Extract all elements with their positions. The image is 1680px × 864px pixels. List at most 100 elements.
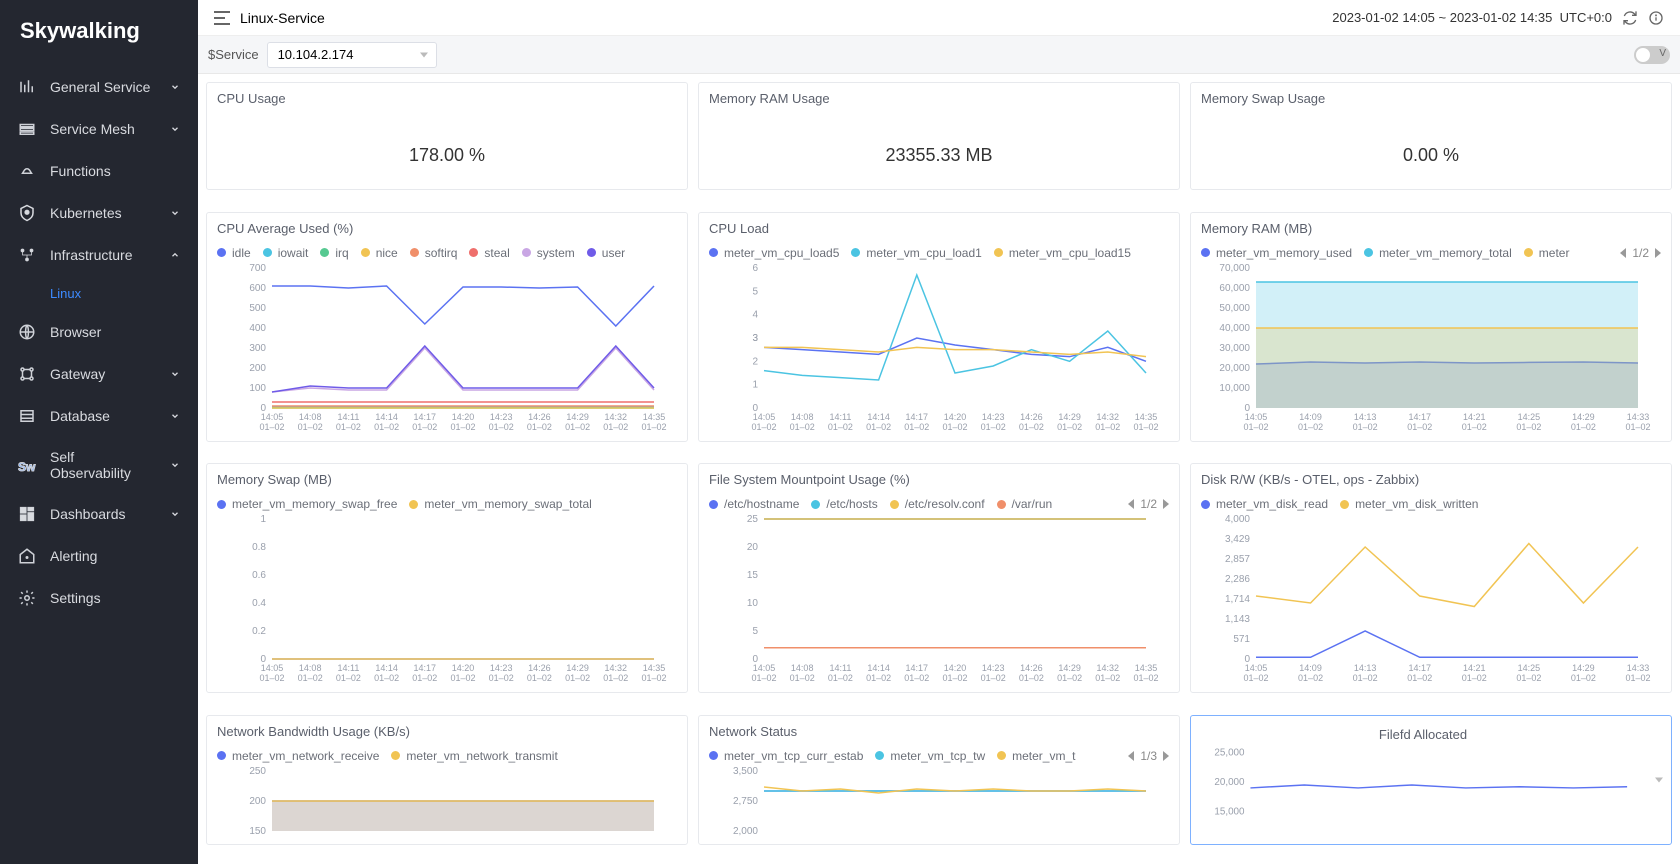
panel-cpu-usage[interactable]: CPU Usage 178.00 % xyxy=(206,82,688,190)
legend-item[interactable]: meter_vm_t xyxy=(997,749,1075,763)
panel-mem-swap[interactable]: Memory Swap (MB)meter_vm_memory_swap_fre… xyxy=(206,463,688,693)
sidebar-item-general[interactable]: General Service xyxy=(0,66,198,108)
legend-item[interactable]: meter_vm_disk_read xyxy=(1201,497,1328,511)
svg-text:01–02: 01–02 xyxy=(866,422,891,432)
legend-item[interactable]: meter xyxy=(1524,246,1570,260)
svg-text:14:29: 14:29 xyxy=(566,663,589,673)
sidebar-item-browser[interactable]: Browser xyxy=(0,311,198,353)
info-icon[interactable] xyxy=(1648,10,1664,26)
sidebar-item-selfobs[interactable]: SwSelf Observability xyxy=(0,437,198,493)
sidebar-item-database[interactable]: Database xyxy=(0,395,198,437)
panel-cpu-avg[interactable]: CPU Average Used (%)idleiowaitirqnicesof… xyxy=(206,212,688,442)
svg-text:Sw: Sw xyxy=(18,460,36,474)
svg-text:01–02: 01–02 xyxy=(751,673,776,683)
legend-item[interactable]: iowait xyxy=(263,246,309,260)
panel-mem-ram[interactable]: Memory RAM (MB)meter_vm_memory_usedmeter… xyxy=(1190,212,1672,442)
legend-item[interactable]: meter_vm_disk_written xyxy=(1340,497,1478,511)
panel-disk[interactable]: Disk R/W (KB/s - OTEL, ops - Zabbix)mete… xyxy=(1190,463,1672,693)
legend-item[interactable]: meter_vm_memory_used xyxy=(1201,246,1352,260)
chart-plot: 2,0002,7503,500 xyxy=(709,767,1169,838)
svg-text:14:13: 14:13 xyxy=(1354,412,1377,422)
legend-item[interactable]: steal xyxy=(469,246,509,260)
legend-item[interactable]: meter_vm_cpu_load15 xyxy=(994,246,1131,260)
logo: Skywalking xyxy=(0,0,198,66)
svg-text:20: 20 xyxy=(747,542,759,553)
sidebar-item-infra[interactable]: Infrastructure xyxy=(0,234,198,276)
panel-cpu-load[interactable]: CPU Loadmeter_vm_cpu_load5meter_vm_cpu_l… xyxy=(698,212,1180,442)
service-select[interactable]: 10.104.2.174 xyxy=(267,42,437,68)
svg-text:14:35: 14:35 xyxy=(1135,412,1158,422)
panel-swap-usage[interactable]: Memory Swap Usage 0.00 % xyxy=(1190,82,1672,190)
legend-item[interactable]: /etc/hosts xyxy=(811,497,877,511)
svg-text:14:14: 14:14 xyxy=(867,412,890,422)
legend-item[interactable]: nice xyxy=(361,246,398,260)
panel-title: Filefd Allocated xyxy=(1369,719,1477,748)
legend-next-icon[interactable] xyxy=(1163,499,1169,509)
sidebar-item-dashboards[interactable]: Dashboards xyxy=(0,493,198,535)
menu-toggle-icon[interactable] xyxy=(214,11,230,25)
legend-item[interactable]: idle xyxy=(217,246,251,260)
legend-item[interactable]: meter_vm_memory_total xyxy=(1364,246,1512,260)
legend-item[interactable]: meter_vm_memory_swap_free xyxy=(217,497,397,511)
legend-item[interactable]: /var/run xyxy=(997,497,1053,511)
svg-text:01–02: 01–02 xyxy=(1095,673,1120,683)
legend-item[interactable]: user xyxy=(587,246,625,260)
svg-text:14:11: 14:11 xyxy=(337,663,359,673)
legend-item[interactable]: irq xyxy=(320,246,348,260)
legend-prev-icon[interactable] xyxy=(1128,499,1134,509)
legend-prev-icon[interactable] xyxy=(1128,751,1134,761)
svg-text:250: 250 xyxy=(249,767,266,777)
panel-ram-usage[interactable]: Memory RAM Usage 23355.33 MB xyxy=(698,82,1180,190)
legend-item[interactable]: meter_vm_cpu_load1 xyxy=(851,246,981,260)
svg-text:01–02: 01–02 xyxy=(489,422,514,432)
svg-text:14:25: 14:25 xyxy=(1518,412,1541,422)
legend-item[interactable]: meter_vm_tcp_curr_estab xyxy=(709,749,863,763)
chart-plot: 051015202514:0501–0214:0801–0214:1101–02… xyxy=(709,515,1169,686)
legend-item[interactable]: meter_vm_tcp_tw xyxy=(875,749,985,763)
legend-prev-icon[interactable] xyxy=(1620,248,1626,258)
sidebar-item-k8s[interactable]: Kubernetes xyxy=(0,192,198,234)
sidebar-item-settings[interactable]: Settings xyxy=(0,577,198,619)
legend-item[interactable]: meter_vm_memory_swap_total xyxy=(409,497,591,511)
svg-text:1: 1 xyxy=(260,515,266,525)
svg-text:01–02: 01–02 xyxy=(866,673,891,683)
view-toggle[interactable]: V xyxy=(1634,46,1670,64)
svg-text:150: 150 xyxy=(249,826,266,837)
legend-item[interactable]: system xyxy=(522,246,575,260)
panel-fs[interactable]: File System Mountpoint Usage (%)/etc/hos… xyxy=(698,463,1180,693)
legend-item[interactable]: /etc/hostname xyxy=(709,497,799,511)
sidebar-subitem-linux[interactable]: Linux xyxy=(0,276,198,311)
sidebar-item-alerting[interactable]: Alerting xyxy=(0,535,198,577)
legend-item[interactable]: softirq xyxy=(410,246,458,260)
legend-next-icon[interactable] xyxy=(1163,751,1169,761)
svg-text:600: 600 xyxy=(249,283,266,294)
chart-plot: 0123345614:0501–0214:0801–0214:1101–0214… xyxy=(709,264,1169,435)
legend-item[interactable]: /etc/resolv.conf xyxy=(890,497,985,511)
service-filter-label: $Service xyxy=(208,47,259,62)
sidebar-item-functions[interactable]: Functions xyxy=(0,150,198,192)
svg-text:30,000: 30,000 xyxy=(1219,343,1250,354)
svg-text:20,000: 20,000 xyxy=(1214,776,1245,787)
refresh-icon[interactable] xyxy=(1622,10,1638,26)
svg-text:01–02: 01–02 xyxy=(1407,422,1432,432)
legend-next-icon[interactable] xyxy=(1655,248,1661,258)
svg-text:14:05: 14:05 xyxy=(261,412,284,422)
panel-net-status[interactable]: Network Status meter_vm_tcp_curr_estab met… xyxy=(698,715,1180,845)
panel-filefd[interactable]: Filefd Allocated15,00020,00025,000 xyxy=(1190,715,1672,845)
panel-title: Network Status xyxy=(699,716,1179,745)
svg-text:01–02: 01–02 xyxy=(1353,422,1378,432)
panel-net-bw[interactable]: Network Bandwidth Usage (KB/s)meter_vm_n… xyxy=(206,715,688,845)
svg-text:14:09: 14:09 xyxy=(1299,412,1322,422)
legend-item[interactable]: meter_vm_cpu_load5 xyxy=(709,246,839,260)
svg-text:40,000: 40,000 xyxy=(1219,323,1250,334)
sidebar-item-mesh[interactable]: Service Mesh xyxy=(0,108,198,150)
svg-text:01–02: 01–02 xyxy=(981,422,1006,432)
time-range[interactable]: 2023-01-02 14:05 ~ 2023-01-02 14:35 UTC+… xyxy=(1332,10,1612,25)
svg-text:14:08: 14:08 xyxy=(791,663,814,673)
sidebar-item-gateway[interactable]: Gateway xyxy=(0,353,198,395)
svg-text:01–02: 01–02 xyxy=(1353,673,1378,683)
legend-item[interactable]: meter_vm_network_transmit xyxy=(391,749,557,763)
svg-text:01–02: 01–02 xyxy=(904,673,929,683)
svg-text:01–02: 01–02 xyxy=(527,422,552,432)
legend-item[interactable]: meter_vm_network_receive xyxy=(217,749,379,763)
